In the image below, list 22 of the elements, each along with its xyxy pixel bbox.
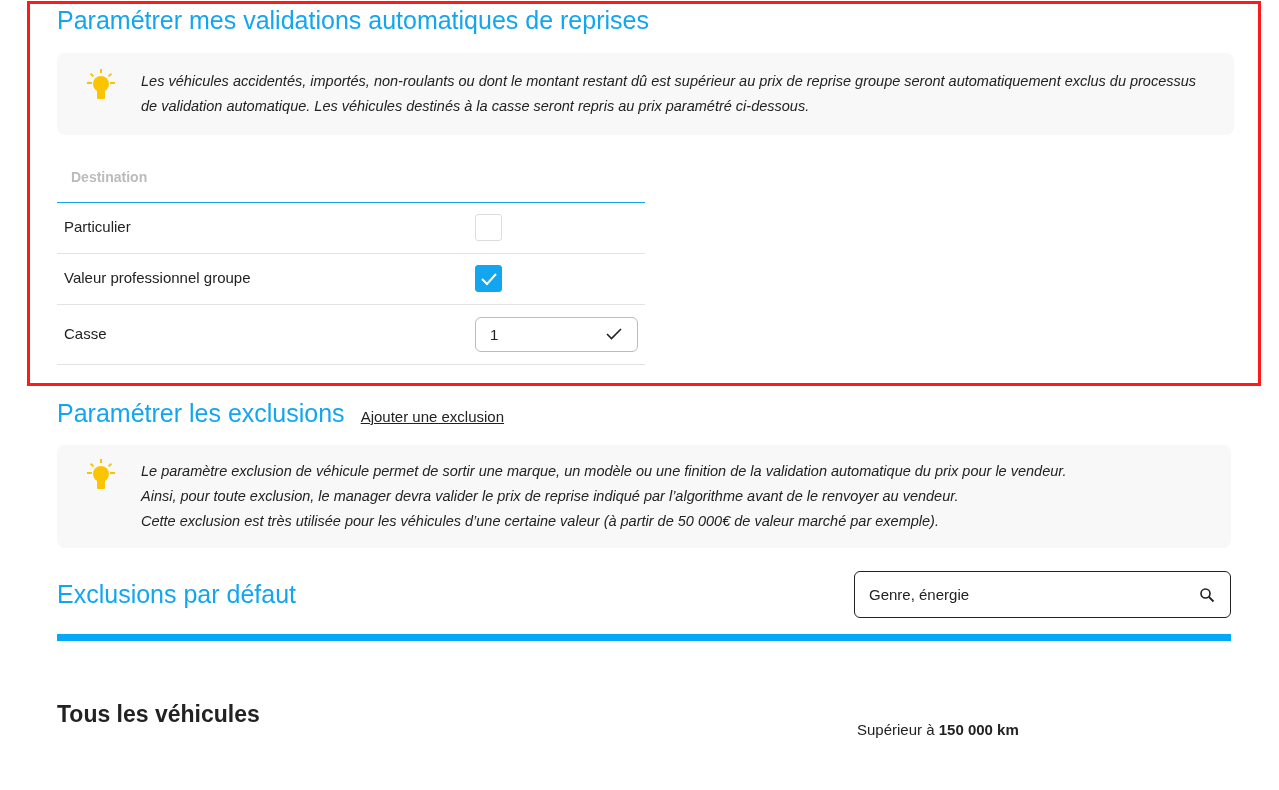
section-title: Paramétrer les exclusions (57, 397, 345, 429)
checkmark-icon (606, 328, 622, 340)
info-text: Ainsi, pour toute exclusion, le manager devra valider le prix de reprise indiqué par l’algorithme avant de le renvoyer au vendeur. (141, 487, 960, 506)
section-title: Paramétrer mes validations automatiques de reprises (57, 5, 650, 36)
rule-text: Supérieur à 150 000 km (857, 720, 1019, 740)
info-text: Cette exclusion est très utilisée pour les véhicules d’une certaine valeur (à partir de 50 000€ de valeur marché par exemple). (141, 512, 940, 531)
row-label: Valeur professionnel groupe (64, 268, 252, 289)
info-text: Le paramètre exclusion de véhicule permet de sortir une marque, un modèle ou une finition de la validation automatique du prix pour le vendeur. (141, 462, 1067, 481)
section-title: Exclusions par défaut (57, 579, 297, 611)
search-field[interactable]: Genre, énergie (854, 571, 1231, 618)
group-title: Tous les véhicules (57, 701, 261, 729)
lightbulb-icon (85, 459, 117, 491)
info-text: Les véhicules accidentés, importés, non-roulants ou dont le montant restant dû est supérieur au prix de reprise groupe seront automatiquement exclus du processus de validation automatique. Les véhicules destinés à la casse seront repris au prix paramétré ci-dessous. (141, 71, 1198, 116)
lightbulb-icon (85, 68, 117, 101)
search-icon (1199, 586, 1215, 603)
add-exclusion-link[interactable]: Ajouter une exclusion (360, 405, 505, 428)
checkbox[interactable] (475, 265, 502, 292)
column-header: Destination (57, 150, 645, 203)
checkmark-icon (479, 271, 498, 286)
row-label: Particulier (64, 217, 132, 238)
row-label: Casse (64, 323, 108, 344)
number-field[interactable]: 1 (475, 316, 638, 352)
